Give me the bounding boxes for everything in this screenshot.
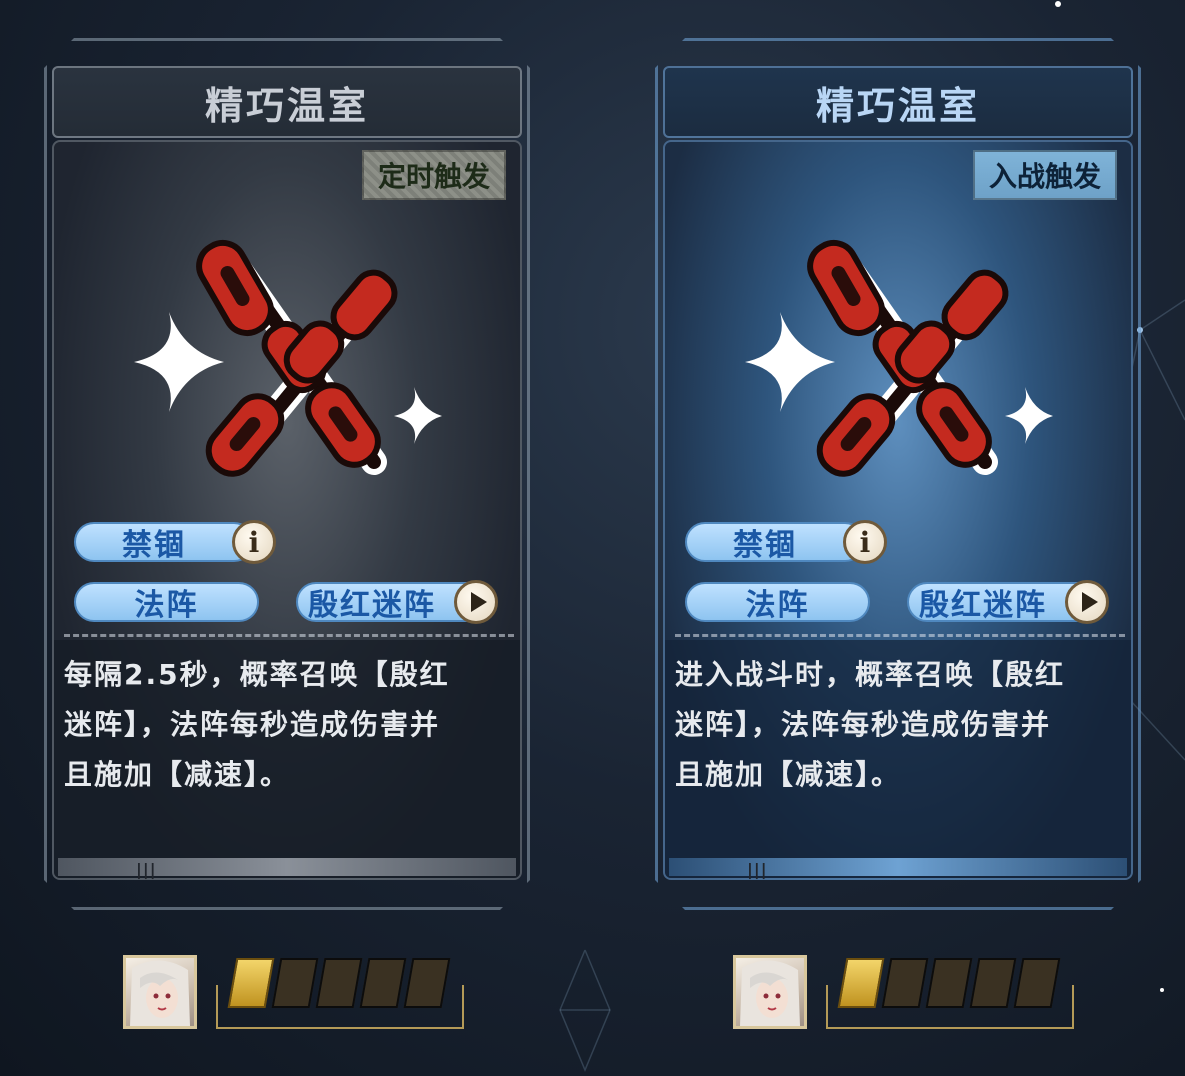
card-title-bar: 精巧温室 — [663, 66, 1133, 138]
card-title: 精巧温室 — [815, 82, 980, 128]
tag-array[interactable]: 法阵 — [685, 582, 870, 623]
ticket-empty-icon — [271, 958, 319, 1008]
ticket-empty-icon — [925, 958, 973, 1008]
ticket-active-icon — [227, 958, 275, 1008]
card-title: 精巧温室 — [204, 82, 369, 128]
ticket-slots — [837, 958, 1061, 1014]
description-line: 迷阵】，法阵每秒造成伤害并 — [64, 708, 441, 741]
bar-tick-marks: ||| — [747, 860, 768, 879]
trigger-badge: 定时触发 — [361, 150, 506, 200]
ticket-active-icon — [837, 958, 885, 1008]
ticket-slots — [227, 958, 451, 1014]
play-icon[interactable] — [1065, 580, 1109, 624]
description-line: 进入战斗时，概率召唤【殷红 — [675, 658, 1066, 691]
ticket-empty-icon — [403, 958, 451, 1008]
description-line: 且施加【减速】。 — [64, 758, 291, 791]
divider — [64, 634, 514, 637]
ticket-empty-icon — [315, 958, 363, 1008]
character-portrait[interactable] — [733, 955, 807, 1029]
ticket-empty-icon — [359, 958, 407, 1008]
card-body: 定时触发 禁锢 i 法阵 殷红迷阵 每隔2.5秒，概率召唤【殷红 迷阵】，法阵每… — [52, 140, 522, 880]
equipment-card-battle-start[interactable]: 精巧温室 入战触发 禁锢 i 法阵 殷红迷阵 进入战斗时，概率召唤【殷红 迷阵】… — [655, 38, 1141, 910]
play-icon[interactable] — [454, 580, 498, 624]
character-portrait[interactable] — [123, 955, 197, 1029]
description-line: 且施加【减速】。 — [675, 758, 902, 791]
tag-imprison[interactable]: 禁锢 — [74, 522, 254, 563]
ticket-empty-icon — [1013, 958, 1061, 1008]
description-line: 每隔2.5秒，概率召唤【殷红 — [64, 658, 450, 691]
crossed-red-chains-icon — [735, 212, 1065, 502]
card-bottom-bar — [58, 858, 516, 876]
tag-imprison[interactable]: 禁锢 — [685, 522, 865, 563]
info-icon[interactable]: i — [843, 520, 887, 564]
description-line: 迷阵】，法阵每秒造成伤害并 — [675, 708, 1052, 741]
card-title-bar: 精巧温室 — [52, 66, 522, 138]
card-description: 每隔2.5秒，概率召唤【殷红 迷阵】，法阵每秒造成伤害并 且施加【减速】。 — [64, 650, 514, 800]
divider — [675, 634, 1125, 637]
info-icon[interactable]: i — [232, 520, 276, 564]
equipment-card-timed[interactable]: 精巧温室 定时触发 禁锢 i 法阵 殷红迷阵 每隔2.5秒，概率召唤【殷红 迷阵… — [44, 38, 530, 910]
bar-tick-marks: ||| — [136, 860, 157, 879]
trigger-badge: 入战触发 — [972, 150, 1117, 200]
card-body: 入战触发 禁锢 i 法阵 殷红迷阵 进入战斗时，概率召唤【殷红 迷阵】，法阵每秒… — [663, 140, 1133, 880]
tag-array[interactable]: 法阵 — [74, 582, 259, 623]
ticket-empty-icon — [969, 958, 1017, 1008]
card-bottom-bar — [669, 858, 1127, 876]
crossed-red-chains-icon — [124, 212, 454, 502]
card-description: 进入战斗时，概率召唤【殷红 迷阵】，法阵每秒造成伤害并 且施加【减速】。 — [675, 650, 1125, 800]
ticket-empty-icon — [881, 958, 929, 1008]
